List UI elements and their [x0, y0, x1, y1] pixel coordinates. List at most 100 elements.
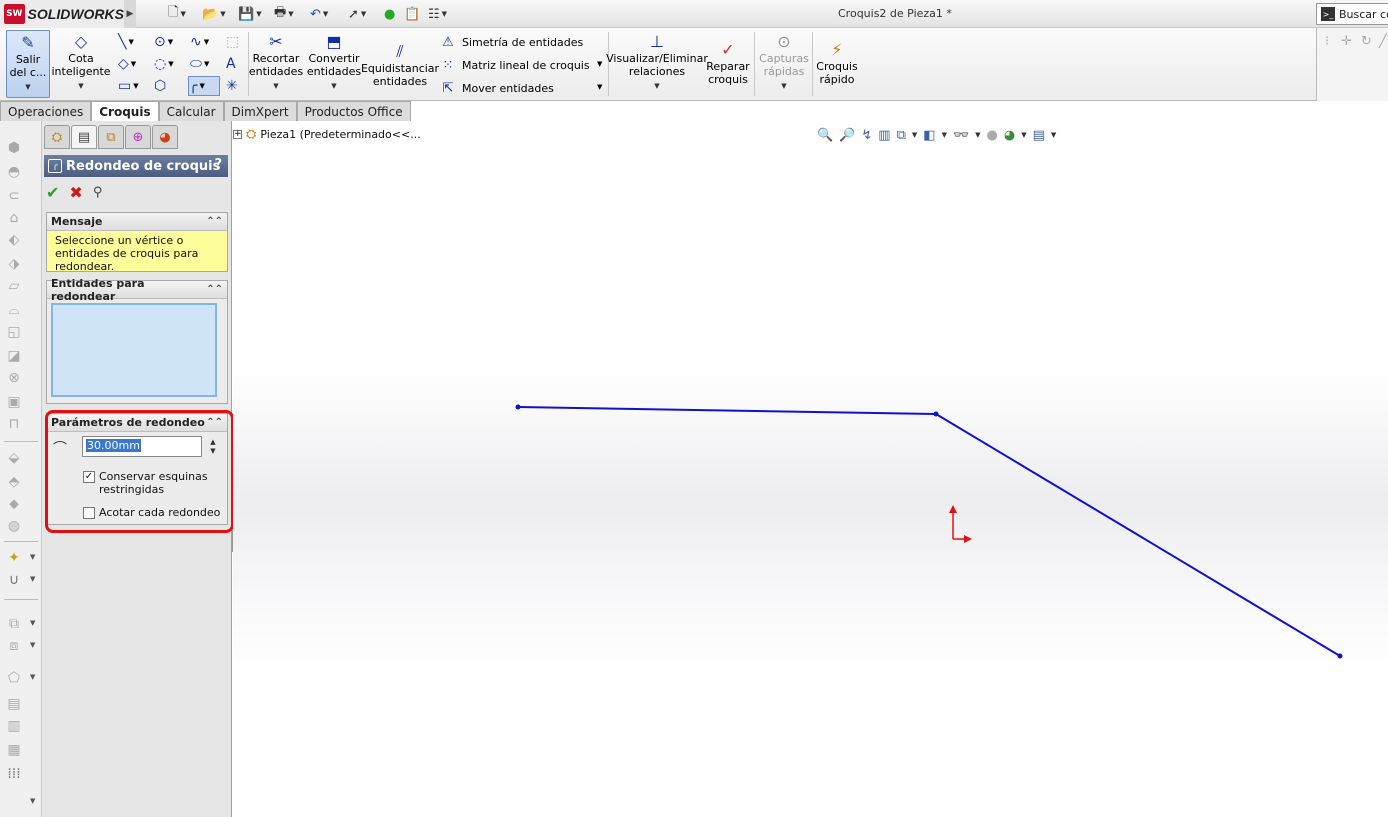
cut-sweep-icon[interactable]: ▱ [5, 277, 23, 295]
circle-tool[interactable]: ⊙ ▼ [154, 32, 188, 52]
chevron-down-icon[interactable]: ▼ [975, 131, 980, 139]
display-delete-relations-button[interactable]: ⊥ Visualizar/Eliminar relaciones ▼ [606, 30, 708, 93]
print-button[interactable]: 🖶 ▼ [274, 5, 294, 23]
chevron-down-icon[interactable]: ▼ [30, 553, 35, 561]
sketch-line-2[interactable] [935, 413, 1341, 657]
display-manager-tab-icon[interactable]: ◕ [152, 125, 178, 149]
tab-operaciones[interactable]: Operaciones [0, 101, 92, 121]
chevron-down-icon[interactable]: ▼ [1021, 131, 1026, 139]
mirror-feature-icon[interactable]: ⧈ [5, 637, 23, 655]
collapse-icon[interactable]: ⌃⌃ [206, 216, 223, 227]
crosshair-icon[interactable]: ✛ [1341, 34, 1352, 49]
undo-button[interactable]: ↶ ▼ [310, 5, 328, 23]
view-settings-icon[interactable]: ▤ [1033, 128, 1045, 143]
fillet-radius-input[interactable]: 30.00mm [82, 436, 202, 457]
loft-icon[interactable]: ⌂ [5, 209, 23, 227]
dimension-each-fillet-checkbox[interactable] [83, 507, 95, 519]
chevron-down-icon[interactable]: ▼ [942, 131, 947, 139]
linear-pattern-button[interactable]: ⁙ Matriz lineal de croquis [440, 55, 590, 75]
spline-tool[interactable]: ∿ ▼ [190, 32, 224, 52]
zoom-to-fit-icon[interactable]: 🔍 [817, 128, 833, 143]
solidworks-logo[interactable]: SW SOLIDWORKS [0, 0, 124, 28]
smart-dimension-button[interactable]: ◇ Cota inteligente ▼ [52, 30, 111, 93]
ok-button[interactable]: ✔ [46, 183, 59, 202]
arc-tool[interactable]: ◌ ▼ [154, 54, 188, 74]
convert-entities-button[interactable]: ⬒ Convertir entidades ▼ [307, 30, 361, 93]
polygon-tool[interactable]: ⬡ [154, 76, 188, 96]
chevron-down-icon[interactable]: ▼ [30, 797, 35, 805]
new-document-button[interactable]: 🗋 ▼ [168, 5, 186, 23]
library-icon[interactable]: ▦ [5, 741, 23, 759]
instant3d-icon[interactable]: ✦ [5, 549, 23, 567]
feature-manager-tab-icon[interactable]: ⛭ [44, 125, 70, 149]
line-icon[interactable]: ╱ [1379, 34, 1387, 49]
file-properties-button[interactable]: 📋 [404, 5, 420, 23]
split-icon[interactable]: ▥ [5, 717, 23, 735]
ellipse-tool[interactable]: ⬭ ▼ [190, 54, 224, 74]
previous-view-icon[interactable]: ↯ [861, 128, 872, 143]
chevron-down-icon[interactable]: ▼ [30, 575, 35, 583]
rebuild-button[interactable]: ● [384, 5, 395, 23]
chevron-down-icon[interactable]: ▼ [1051, 131, 1056, 139]
tab-dimxpert[interactable]: DimXpert [223, 101, 297, 121]
collapse-icon[interactable]: ⌃⌃ [206, 417, 223, 428]
trim-entities-button[interactable]: ✂ Recortar entidades ▼ [249, 30, 303, 93]
line-tool[interactable]: ╲ ▼ [118, 32, 152, 52]
chevron-down-icon[interactable]: ▼ [30, 673, 35, 681]
property-manager-tab-icon[interactable]: ▤ [71, 125, 97, 149]
sweep-icon[interactable]: ⊂ [5, 187, 23, 205]
search-commands-input[interactable]: >_ Buscar co [1316, 3, 1388, 25]
point-ref-icon[interactable]: ◍ [5, 517, 23, 535]
select-button[interactable]: ➚ ▼ [348, 5, 366, 23]
snap-icon[interactable]: ⁝ [1325, 34, 1329, 49]
dome-icon[interactable]: ⬠ [5, 669, 23, 687]
expand-icon[interactable]: + [233, 130, 242, 139]
menu-expand-arrow-icon[interactable]: ▶ [124, 0, 136, 28]
slot-tool[interactable]: ▭ ▼ [118, 76, 152, 96]
fillet-icon[interactable]: ◱ [5, 323, 23, 341]
sketch-vertex[interactable] [933, 411, 939, 417]
exit-sketch-button[interactable]: ✎ Salir del c... ▼ [6, 30, 50, 98]
cut-revolve-icon[interactable]: ⬗ [5, 255, 23, 273]
display-style-icon[interactable]: ◧ [923, 128, 935, 143]
more-tools-icon[interactable]: ⁞⁞⁞ [5, 765, 23, 783]
configuration-manager-tab-icon[interactable]: ⧉ [98, 125, 124, 149]
coordinate-icon[interactable]: ⬥ [5, 495, 23, 513]
hide-show-items-icon[interactable]: 👓 [953, 128, 969, 143]
radius-spinner[interactable]: ▲ ▼ [207, 436, 219, 457]
sketch-fillet-tool[interactable]: ╭ ▼ [188, 76, 220, 96]
save-button[interactable]: 💾 ▼ [238, 5, 262, 23]
tab-calcular[interactable]: Calcular [158, 101, 224, 121]
open-button[interactable]: 📂 ▼ [202, 5, 226, 23]
help-icon[interactable]: ? [214, 157, 222, 172]
quick-snaps-button[interactable]: ⊙ Capturas rápidas ▼ [758, 30, 810, 93]
chevron-down-icon[interactable]: ▼ [210, 447, 215, 456]
curves-icon[interactable]: ∪ [5, 571, 23, 589]
sketch-line-1[interactable] [517, 406, 937, 415]
plane-icon[interactable]: ⬙ [5, 449, 23, 467]
tab-productos-office[interactable]: Productos Office [296, 101, 411, 121]
rib-icon[interactable]: ⊓ [5, 415, 23, 433]
dimension-each-fillet-row[interactable]: Acotar cada redondeo [83, 506, 220, 519]
zoom-to-area-icon[interactable]: 🔎 [839, 128, 855, 143]
tab-croquis[interactable]: Croquis [91, 101, 159, 121]
feature-tree-root[interactable]: Pieza1 (Predeterminado<<... [260, 128, 420, 141]
cut-extrude-icon[interactable]: ⬖ [5, 231, 23, 249]
pin-icon[interactable]: ⚲ [93, 185, 103, 200]
shell-icon[interactable]: ▣ [5, 393, 23, 411]
sketch-endpoint[interactable] [515, 404, 521, 410]
revolve-icon[interactable]: ◓ [5, 163, 23, 181]
view-orientation-icon[interactable]: ⧉ [897, 128, 906, 143]
collapse-icon[interactable]: ⌃⌃ [206, 284, 223, 295]
cut-loft-icon[interactable]: ⌓ [5, 301, 23, 319]
params-group-header[interactable]: Parámetros de redondeo ⌃⌃ [47, 414, 227, 432]
sketch-canvas[interactable] [233, 121, 1388, 817]
edit-appearance-icon[interactable]: ● [987, 128, 998, 143]
hole-icon[interactable]: ⊗ [5, 369, 23, 387]
graphics-area[interactable]: + ⛭ Pieza1 (Predeterminado<<... 🔍 🔎 ↯ ▥ … [233, 121, 1388, 817]
dimxpert-manager-tab-icon[interactable]: ⊕ [125, 125, 151, 149]
entities-group-header[interactable]: Entidades para redondear ⌃⌃ [47, 277, 227, 303]
pattern-dropdown-icon[interactable]: ▼ [597, 60, 602, 68]
apply-scene-icon[interactable]: ◕ [1004, 128, 1015, 143]
axis-icon[interactable]: ⬘ [5, 473, 23, 491]
